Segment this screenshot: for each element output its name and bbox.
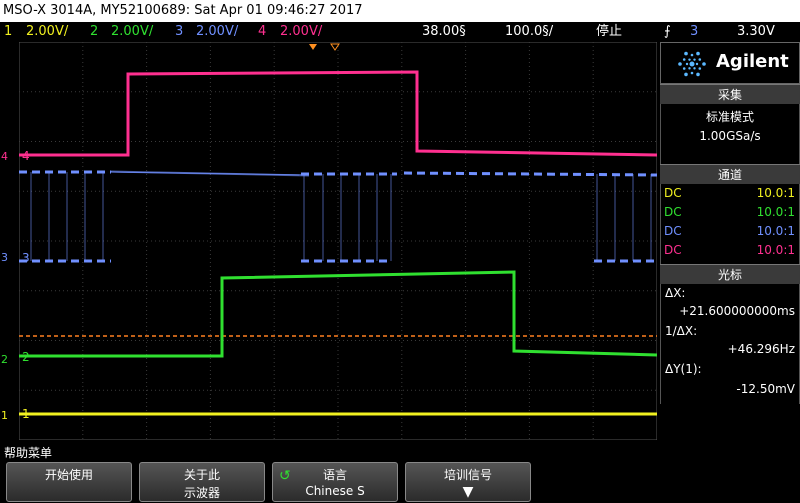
acquisition-body[interactable]: 标准模式 1.00GSa/s (660, 104, 800, 164)
ch3-trace-label: 3 (22, 251, 30, 265)
ch1-number[interactable]: 1 (4, 22, 12, 42)
sample-rate: 1.00GSa/s (699, 129, 761, 143)
trigger-channel: 3 (690, 24, 699, 39)
channel-coupling: DC (664, 243, 682, 257)
window-title: MSO-X 3014A, MY52100689: Sat Apr 01 09:4… (0, 0, 800, 22)
channel-coupling: DC (664, 224, 682, 238)
ch3-scale[interactable]: 2.00V/ (196, 22, 238, 42)
softkey-label: 关于此 (183, 468, 220, 482)
channel-probe-ratio: 10.0:1 (756, 243, 795, 257)
ch4-scale[interactable]: 2.00V/ (280, 22, 322, 42)
delta-x-value: +21.600000000ms (679, 304, 795, 318)
softkey-label: 语言 (322, 468, 347, 482)
delta-y-label: ΔY(1): (665, 362, 702, 376)
ch1-ground-marker[interactable]: 1 (1, 409, 8, 422)
channels-header: 通道 (660, 164, 800, 185)
channel-probe-ratio: 10.0:1 (756, 186, 795, 200)
agilent-spark-icon (678, 51, 706, 77)
ch4-ground-marker[interactable]: 4 (1, 150, 8, 163)
brand-box: Agilent (660, 42, 800, 84)
channels-body[interactable]: DC 10.0:1 DC 10.0:1 DC 10.0:1 DC 10.0:1 (660, 184, 800, 264)
training-signals-softkey[interactable]: 培训信号 ▼ (405, 462, 531, 502)
ch2-ground-marker[interactable]: 2 (1, 353, 8, 366)
submenu-arrow-icon: ▼ (462, 484, 474, 500)
brand-name: Agilent (716, 51, 789, 72)
inverse-delta-x-label: 1/ΔX: (665, 324, 698, 338)
channel-coupling: DC (664, 186, 682, 200)
acquisition-mode: 标准模式 (705, 110, 754, 124)
language-softkey[interactable]: ↺ 语言 Chinese S (272, 462, 398, 502)
ch4-trace-label: 4 (22, 149, 30, 163)
right-info-panel: Agilent 采集 标准模式 1.00GSa/s 通道 DC 10.0:1 DC 1… (660, 42, 800, 440)
channel-coupling: DC (664, 205, 682, 219)
ch1-trace-label: 1 (22, 407, 30, 421)
ch1-scale[interactable]: 2.00V/ (26, 22, 68, 42)
trigger-level[interactable]: 3.30V (737, 22, 775, 42)
channel-row-4[interactable]: DC 10.0:1 (664, 243, 795, 257)
channel-probe-ratio: 10.0:1 (756, 205, 795, 219)
help-menu-title: 帮助菜单 (4, 446, 53, 460)
channel-row-1[interactable]: DC 10.0:1 (664, 186, 795, 200)
ch2-number[interactable]: 2 (90, 22, 98, 42)
channel-status-bar: 1 2.00V/ 2 2.00V/ 3 2.00V/ 4 2.00V/ 38.0… (0, 22, 800, 42)
waveform-display[interactable]: 4 3 2 1 (19, 42, 657, 440)
run-state[interactable]: 停止 (596, 22, 622, 42)
getting-started-softkey[interactable]: 开始使用 (6, 462, 132, 502)
delay-readout[interactable]: 100.0§/ (505, 22, 553, 42)
acquisition-header: 采集 (660, 84, 800, 105)
inverse-delta-x-value: +46.296Hz (727, 342, 795, 356)
ch3-ground-marker[interactable]: 3 (1, 251, 8, 264)
timebase-readout[interactable]: 38.00§ (422, 22, 466, 42)
delta-y-value: -12.50mV (736, 382, 795, 396)
ch2-scale[interactable]: 2.00V/ (111, 22, 153, 42)
about-oscilloscope-softkey[interactable]: 关于此 示波器 (139, 462, 265, 502)
cursors-body[interactable]: ΔX: +21.600000000ms 1/ΔX: +46.296Hz ΔY(1… (660, 284, 800, 404)
softkey-sublabel: 示波器 (183, 486, 220, 500)
trigger-edge-icon: ⨍ (664, 24, 671, 39)
delta-x-label: ΔX: (665, 286, 686, 300)
ch2-trace-label: 2 (22, 350, 30, 364)
channel-probe-ratio: 10.0:1 (756, 224, 795, 238)
softkey-label: 开始使用 (44, 468, 93, 482)
channel-row-2[interactable]: DC 10.0:1 (664, 205, 795, 219)
cursors-header: 光标 (660, 264, 800, 285)
softkey-label: 培训信号 (443, 468, 492, 482)
ch3-number[interactable]: 3 (175, 22, 183, 42)
ch4-number[interactable]: 4 (258, 22, 266, 42)
channel-row-3[interactable]: DC 10.0:1 (664, 224, 795, 238)
softkey-sublabel: Chinese S (305, 484, 365, 498)
